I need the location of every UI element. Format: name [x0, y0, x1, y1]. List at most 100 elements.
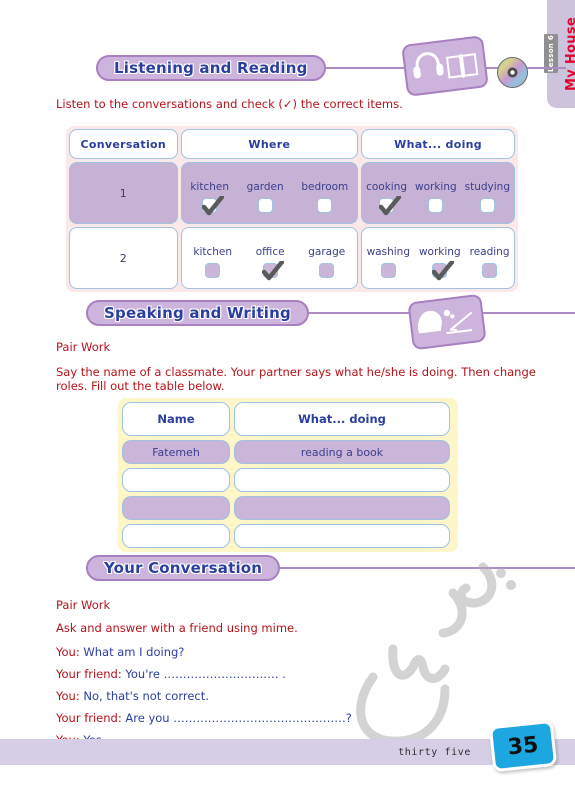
conversation-number-label: 2 — [119, 251, 127, 265]
option-doing[interactable]: reading — [470, 246, 510, 278]
checkbox-reading[interactable] — [482, 263, 498, 278]
option-where[interactable]: kitchen — [193, 246, 232, 278]
checkbox-garage[interactable] — [319, 263, 335, 278]
option-label: garage — [308, 246, 346, 258]
section-header-listening: Listening and Reading — [96, 55, 566, 81]
table2-name-cell[interactable]: Fatemeh — [122, 440, 230, 464]
table2-name-cell[interactable] — [122, 496, 230, 520]
option-where[interactable]: garage — [308, 246, 345, 278]
checkbox-kitchen[interactable] — [202, 198, 218, 213]
section-title-conversation: Your Conversation — [104, 559, 263, 577]
option-where[interactable]: office — [255, 246, 285, 281]
speaker-label: Your friend: — [56, 667, 122, 681]
headphones-book-icon — [401, 35, 489, 97]
table1-conversation-number: 2 — [69, 227, 178, 289]
table2-doing-cell[interactable] — [234, 468, 450, 492]
table1-doing-options: cooking working studying — [361, 162, 516, 224]
checkbox-cooking[interactable] — [379, 198, 395, 213]
option-label: studying — [464, 181, 510, 193]
table-row — [122, 496, 454, 520]
option-label: working — [415, 181, 457, 193]
conversation-line: You: No, that's not correct. — [56, 685, 352, 707]
table2-header-name: Name — [157, 412, 195, 426]
page-number-word: thirty five — [398, 747, 471, 758]
table1-header-cell: Where — [180, 129, 359, 159]
table-row: 1 kitchen garden bedroom cooking working… — [69, 162, 516, 224]
table2-doing-cell[interactable] — [234, 496, 450, 520]
table2-name-cell[interactable] — [122, 468, 230, 492]
speaker-label: You: — [56, 689, 80, 703]
option-label: kitchen — [190, 181, 230, 193]
table2-doing-cell[interactable] — [234, 524, 450, 548]
table1-header-row: Conversation Where What... doing — [69, 129, 516, 159]
option-doing[interactable]: working — [415, 181, 457, 213]
footer-band — [0, 739, 575, 765]
table1-header-conversation: Conversation — [80, 137, 167, 151]
table2-doing-value: reading a book — [300, 445, 384, 459]
checkbox-garden[interactable] — [257, 198, 273, 213]
speaker-text: Are you ………………………………………? — [125, 711, 352, 725]
option-label: working — [418, 246, 461, 258]
lesson-tab: Lesson 6 My House — [544, 0, 575, 108]
option-where[interactable]: garden — [247, 181, 284, 213]
table2-doing-cell[interactable]: reading a book — [234, 440, 450, 464]
option-label: bedroom — [301, 181, 349, 193]
table-row: Fatemeh reading a book — [122, 440, 454, 464]
option-doing[interactable]: studying — [465, 181, 510, 213]
option-doing[interactable]: washing — [367, 246, 410, 278]
option-label: office — [255, 246, 285, 258]
checkbox-working-1[interactable] — [428, 198, 444, 213]
speaker-label: You: — [56, 645, 80, 659]
conversation-line: Your friend: Are you ………………………………………? — [56, 707, 352, 729]
section-header-conversation: Your Conversation — [86, 555, 575, 581]
speaking-instruction-line2: roles. Fill out the table below. — [56, 379, 225, 393]
section-title-pill-listening: Listening and Reading — [96, 55, 326, 81]
conversation-lines: You: What am I doing? Your friend: You'r… — [56, 641, 352, 751]
option-label: cooking — [366, 181, 408, 193]
listening-table: Conversation Where What... doing 1 kitch… — [66, 126, 518, 292]
table2-name-value: Fatemeh — [152, 445, 200, 459]
option-doing[interactable]: cooking — [366, 181, 408, 216]
cd-disc-icon — [497, 57, 528, 88]
table2-name-cell[interactable] — [122, 524, 230, 548]
table1-doing-options: washing working reading — [361, 227, 516, 289]
option-where[interactable]: kitchen — [190, 181, 230, 216]
page-number-value: 35 — [506, 731, 540, 761]
speaker-text: You're ………………………… . — [125, 667, 286, 681]
table-row: 2 kitchen office garage washing working … — [69, 227, 516, 289]
section-title-speaking: Speaking and Writing — [104, 304, 291, 322]
section-header-speaking: Speaking and Writing — [86, 300, 575, 326]
conversation-pair-work: Pair Work — [56, 598, 111, 612]
listening-instruction: Listen to the conversations and check (✓… — [56, 97, 403, 111]
checkbox-office[interactable] — [262, 263, 278, 278]
checkbox-working-2[interactable] — [432, 263, 448, 278]
table1-conversation-number: 1 — [69, 162, 178, 224]
option-label: garden — [246, 181, 284, 193]
speaking-table: Name What... doing Fatemeh reading a boo… — [118, 398, 458, 552]
option-doing[interactable]: working — [418, 246, 461, 281]
table-row — [122, 524, 454, 548]
table1-header-cell: What... doing — [361, 129, 516, 159]
table2-header-cell: What... doing — [234, 402, 450, 436]
table2-header-doing: What... doing — [298, 412, 386, 426]
section-title-pill-speaking: Speaking and Writing — [86, 300, 309, 326]
conversation-line: You: What am I doing? — [56, 641, 352, 663]
section-title-pill-conversation: Your Conversation — [86, 555, 281, 581]
checkbox-bedroom[interactable] — [317, 198, 333, 213]
conversation-number-label: 1 — [119, 186, 127, 200]
table1-header-cell: Conversation — [69, 129, 178, 159]
speaker-label: Your friend: — [56, 711, 122, 725]
table1-header-where: Where — [248, 137, 291, 151]
table-row — [122, 468, 454, 492]
checkbox-kitchen-2[interactable] — [205, 263, 221, 278]
speaker-text: What am I doing? — [83, 645, 185, 659]
option-label: reading — [469, 246, 510, 258]
checkbox-washing[interactable] — [380, 263, 396, 278]
speaking-pair-work: Pair Work — [56, 340, 111, 354]
option-where[interactable]: bedroom — [301, 181, 348, 213]
speaker-text: No, that's not correct. — [83, 689, 209, 703]
table1-where-options: kitchen office garage — [180, 227, 359, 289]
checkbox-studying[interactable] — [479, 198, 495, 213]
table2-header-cell: Name — [122, 402, 230, 436]
conversation-line: Your friend: You're ………………………… . — [56, 663, 352, 685]
